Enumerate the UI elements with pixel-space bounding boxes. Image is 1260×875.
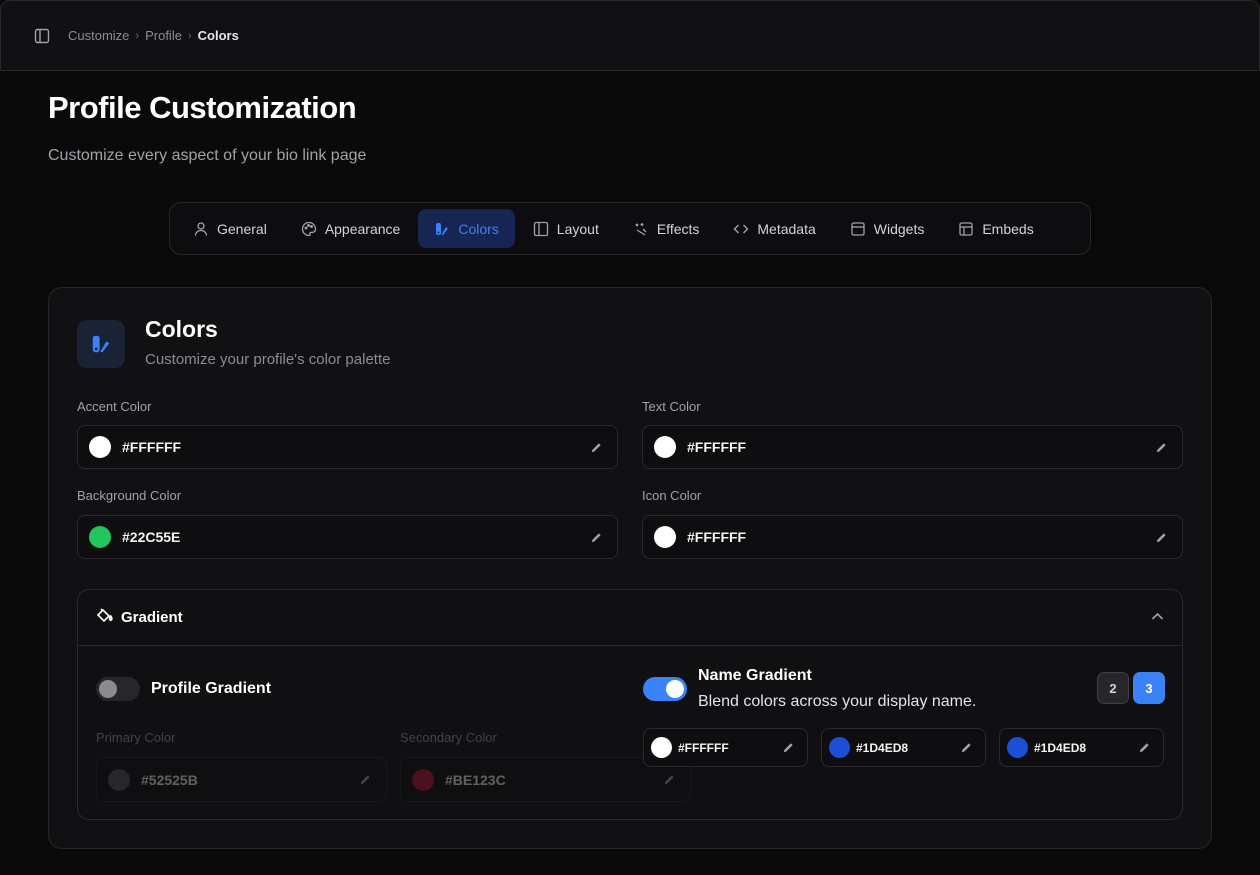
tab-embeds[interactable]: Embeds: [942, 209, 1049, 248]
tab-label: Appearance: [324, 220, 401, 237]
breadcrumb-profile[interactable]: Profile: [145, 28, 182, 43]
pencil-icon[interactable]: [662, 773, 676, 787]
color-hex: #FFFFFF: [687, 529, 747, 545]
tab-general[interactable]: General: [177, 209, 283, 248]
tab-appearance[interactable]: Appearance: [285, 209, 417, 248]
tab-layout[interactable]: Layout: [517, 209, 615, 248]
sparkles-icon: [635, 222, 647, 236]
layout-icon: [533, 221, 548, 236]
primary-color-label: Primary Color: [96, 730, 176, 745]
secondary-color-label: Secondary Color: [400, 730, 497, 745]
tab-label: Effects: [656, 220, 700, 237]
color-swatch[interactable]: [412, 768, 434, 791]
gradient-title: Gradient: [121, 609, 183, 626]
sidebar-toggle-icon[interactable]: [33, 27, 51, 45]
color-swatch[interactable]: [108, 768, 130, 791]
widget-icon: [851, 221, 865, 236]
primary-color-input[interactable]: #52525B: [96, 757, 387, 802]
color-hex: #BE123C: [445, 771, 506, 788]
pencil-icon[interactable]: [1154, 440, 1168, 454]
stop-count-3-button[interactable]: 3: [1133, 672, 1165, 704]
stop-count-2-button[interactable]: 2: [1097, 672, 1129, 704]
swatch-icon: [436, 222, 449, 235]
tab-effects[interactable]: Effects: [617, 209, 716, 248]
color-hex: #22C55E: [122, 529, 181, 545]
tab-label: Colors: [458, 220, 499, 237]
user-icon: [194, 221, 208, 236]
palette-icon: [301, 221, 316, 236]
toggle-knob: [99, 680, 117, 698]
chevron-up-icon[interactable]: [1150, 609, 1165, 629]
text-color-input[interactable]: #FFFFFF: [642, 425, 1183, 469]
background-color-input[interactable]: #22C55E: [77, 515, 618, 559]
color-swatch[interactable]: [651, 737, 672, 758]
gradient-panel: Gradient Profile Gradient Primary Color …: [77, 589, 1183, 820]
color-hex: #FFFFFF: [122, 439, 182, 455]
icon-color-input[interactable]: #FFFFFF: [642, 515, 1183, 559]
pencil-icon[interactable]: [589, 530, 603, 544]
chevron-right-icon: ›: [187, 29, 192, 42]
tab-label: Metadata: [757, 220, 816, 237]
color-hex: #FFFFFF: [678, 740, 729, 755]
color-hex: #FFFFFF: [687, 439, 747, 455]
gradient-stop-3-input[interactable]: #1D4ED8: [999, 728, 1164, 767]
tab-label: General: [217, 220, 267, 237]
tab-label: Widgets: [873, 220, 925, 237]
color-swatch[interactable]: [89, 526, 111, 548]
color-hex: #1D4ED8: [856, 740, 909, 755]
paint-bucket-icon: [95, 606, 113, 629]
text-color-label: Text Color: [642, 399, 701, 414]
pencil-icon[interactable]: [959, 741, 973, 755]
tab-bar: General Appearance Colors Layout Effects…: [169, 202, 1091, 255]
tab-metadata[interactable]: Metadata: [717, 209, 831, 248]
tab-label: Embeds: [982, 220, 1034, 237]
card-title: Colors: [145, 316, 218, 342]
swatch-icon: [77, 320, 125, 368]
color-swatch[interactable]: [654, 526, 676, 548]
name-gradient-description: Blend colors across your display name.: [698, 693, 977, 710]
color-swatch[interactable]: [829, 737, 850, 758]
accent-color-label: Accent Color: [77, 399, 152, 414]
pencil-icon[interactable]: [358, 773, 372, 787]
accent-color-input[interactable]: #FFFFFF: [77, 425, 618, 469]
name-gradient-label: Name Gradient: [698, 667, 812, 684]
pencil-icon[interactable]: [781, 741, 795, 755]
embed-icon: [959, 221, 973, 236]
gradient-header[interactable]: Gradient: [78, 590, 1182, 646]
icon-color-label: Icon Color: [642, 488, 702, 503]
page-title: Profile Customization: [48, 90, 357, 125]
name-gradient-toggle[interactable]: [643, 677, 687, 701]
color-hex: #52525B: [141, 771, 198, 788]
code-icon: [733, 224, 749, 233]
pencil-icon[interactable]: [1137, 741, 1151, 755]
gradient-stop-2-input[interactable]: #1D4ED8: [821, 728, 986, 767]
tab-label: Layout: [556, 220, 599, 237]
tab-colors[interactable]: Colors: [418, 209, 515, 248]
page-subtitle: Customize every aspect of your bio link …: [48, 147, 367, 164]
color-swatch[interactable]: [89, 436, 111, 458]
profile-gradient-toggle[interactable]: [96, 677, 140, 701]
gradient-stop-1-input[interactable]: #FFFFFF: [643, 728, 808, 767]
color-swatch[interactable]: [654, 436, 676, 458]
background-color-label: Background Color: [77, 488, 182, 503]
breadcrumb: Customize › Profile › Colors: [68, 28, 239, 43]
top-bar: Customize › Profile › Colors: [0, 0, 1260, 71]
breadcrumb-customize[interactable]: Customize: [68, 28, 129, 43]
pencil-icon[interactable]: [1154, 530, 1168, 544]
colors-card: Colors Customize your profile's color pa…: [48, 287, 1212, 849]
tab-widgets[interactable]: Widgets: [834, 209, 941, 248]
profile-gradient-label: Profile Gradient: [151, 680, 272, 697]
toggle-knob: [666, 680, 684, 698]
breadcrumb-colors: Colors: [197, 28, 239, 43]
pencil-icon[interactable]: [589, 440, 603, 454]
color-swatch[interactable]: [1007, 737, 1028, 758]
color-hex: #1D4ED8: [1034, 740, 1087, 755]
chevron-right-icon: ›: [135, 29, 140, 42]
card-subtitle: Customize your profile's color palette: [145, 351, 391, 368]
